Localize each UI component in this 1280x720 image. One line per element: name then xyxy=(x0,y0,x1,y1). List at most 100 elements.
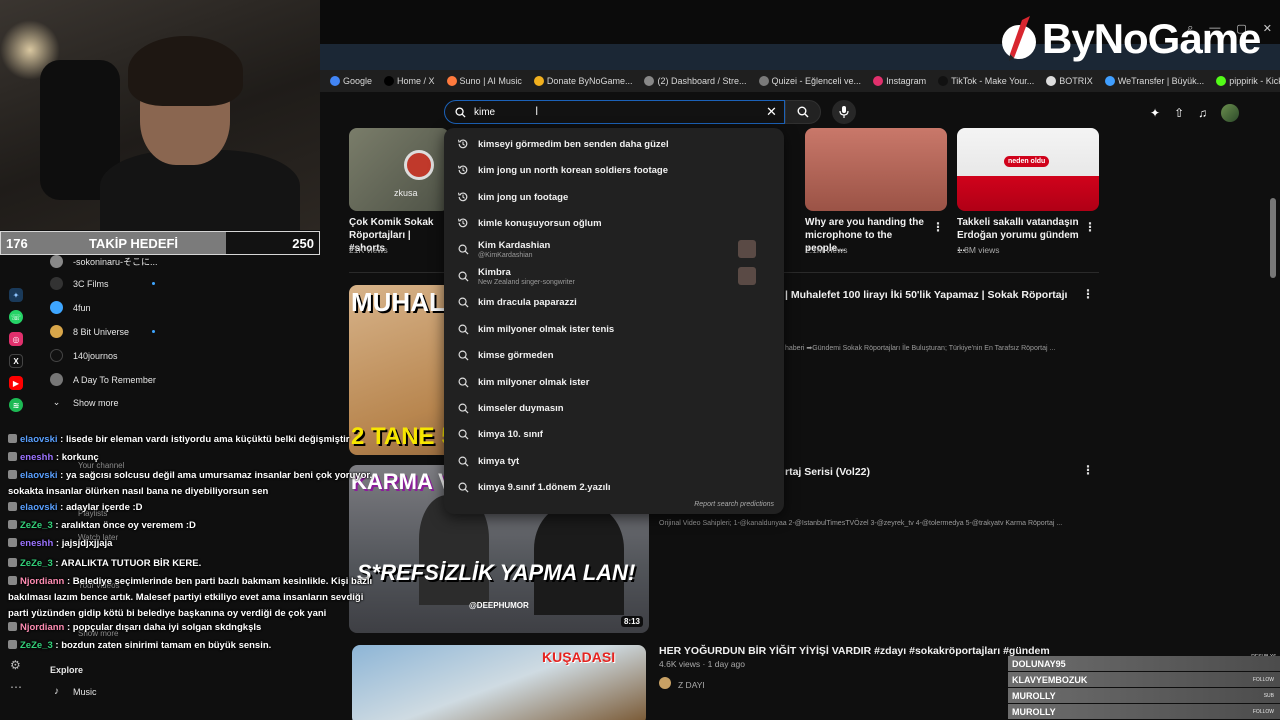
bookmark-6[interactable]: Instagram xyxy=(873,76,926,86)
report-predictions-link[interactable]: Report search predictions xyxy=(694,501,774,508)
suggestion-label: kimse görmeden xyxy=(478,349,554,361)
channel-avatar xyxy=(50,277,63,290)
more-dots-icon[interactable]: ⋯ xyxy=(10,680,22,694)
suggestion-item[interactable]: kimse görmeden xyxy=(444,342,784,368)
bookmark-3[interactable]: Donate ByNoGame... xyxy=(533,76,632,86)
video-thumbnail-3[interactable]: neden oldu xyxy=(957,128,1099,211)
spotify-icon[interactable]: ≋ xyxy=(9,398,23,412)
instagram-icon[interactable]: ◎ xyxy=(9,332,23,346)
suggestion-label: Kim Kardashian xyxy=(478,239,551,251)
video-menu-icon[interactable]: ⋮ xyxy=(1082,287,1094,301)
bookmark-label: Suno | AI Music xyxy=(459,76,522,86)
bookmark-0[interactable]: Google xyxy=(330,76,372,86)
suggestion-item[interactable]: kimseler duymasın xyxy=(444,395,784,421)
close-icon[interactable]: ✕ xyxy=(1263,22,1272,35)
chat-username[interactable]: eneshh xyxy=(20,538,53,549)
video-menu-icon[interactable]: ⋮ xyxy=(1084,220,1096,234)
sidebar-item-sub-1[interactable]: 3C Films xyxy=(50,277,109,290)
sidebar-item-sub-5[interactable]: A Day To Remember xyxy=(50,373,156,386)
whatsapp-icon[interactable]: ☏ xyxy=(9,310,23,324)
search-icon xyxy=(456,269,470,283)
suggestion-item[interactable]: Kim Kardashian @KimKardashian xyxy=(444,236,784,262)
voice-search-button[interactable] xyxy=(832,100,856,124)
suggestion-text: kimseyi görmedim ben senden daha güzel xyxy=(478,139,669,150)
video-title-4[interactable]: | Muhalefet 100 lirayı İki 50'lik Yapama… xyxy=(785,289,1075,302)
clear-search-icon[interactable]: ✕ xyxy=(766,104,777,120)
chat-username[interactable]: Njordiann xyxy=(20,576,64,587)
bookmark-label: TikTok - Make Your... xyxy=(951,76,1035,86)
notifications-bell-icon[interactable]: ♫ xyxy=(1198,106,1207,120)
chat-username[interactable]: elaovski xyxy=(20,470,58,481)
search-icon xyxy=(456,427,470,441)
bookmark-8[interactable]: BOTRIX xyxy=(1046,76,1093,86)
suggestion-text: kim dracula paparazzi xyxy=(478,297,577,308)
suggestion-text: Kimbra New Zealand singer-songwriter xyxy=(478,267,575,286)
sidebar-item-sub-2[interactable]: 4fun xyxy=(50,301,91,314)
bookmark-1[interactable]: Home / X xyxy=(384,76,435,86)
chat-username[interactable]: Njordiann xyxy=(20,622,64,633)
video-thumbnail-1[interactable]: zkusa xyxy=(349,128,449,211)
bookmark-9[interactable]: WeTransfer | Büyük... xyxy=(1104,76,1205,86)
chat-username[interactable]: eneshh xyxy=(20,452,53,463)
sidebar-item-sub-3[interactable]: 8 Bit Universe xyxy=(50,325,129,338)
chat-username[interactable]: elaovski xyxy=(20,434,58,445)
sidebar-item-label: 8 Bit Universe xyxy=(73,326,130,337)
channel-avatar xyxy=(50,373,63,386)
chat-username[interactable]: elaovski xyxy=(20,502,58,513)
bookmark-label: WeTransfer | Büyük... xyxy=(1117,76,1205,86)
bookmark-2[interactable]: Suno | AI Music xyxy=(446,76,522,86)
suggestion-label: kimya tyt xyxy=(478,455,520,467)
suggestion-item[interactable]: kim jong un north korean soldiers footag… xyxy=(444,157,784,183)
suggestion-item[interactable]: kim dracula paparazzi xyxy=(444,289,784,315)
video-menu-icon[interactable]: ⋮ xyxy=(932,220,944,234)
video-thumbnail-2[interactable] xyxy=(805,128,947,211)
search-box[interactable] xyxy=(444,100,785,124)
suggestion-item[interactable]: kimle konuşuyorsun oğlum xyxy=(444,210,784,236)
sidebar-item-sub-0[interactable]: -sokoninaru-そこに... xyxy=(50,255,158,268)
suggestion-item[interactable]: kimya 9.sınıf 1.dönem 2.yazılı xyxy=(444,474,784,500)
extension-icon[interactable]: ✦ xyxy=(1150,106,1160,120)
avatar[interactable] xyxy=(1221,104,1240,122)
bookmark-label: pippirik - Kick | Strea... xyxy=(1229,76,1280,86)
settings-gear-icon[interactable]: ⚙ xyxy=(10,658,21,672)
bookmark-5[interactable]: Quizei - Eğlenceli ve... xyxy=(758,76,861,86)
channel-avatar[interactable] xyxy=(659,677,671,689)
bookmark-label: Home / X xyxy=(397,76,435,86)
upload-icon[interactable]: ⇧ xyxy=(1174,106,1184,120)
x-icon[interactable]: X xyxy=(9,354,23,368)
search-button[interactable] xyxy=(785,100,821,124)
copilot-icon[interactable]: ✦ xyxy=(9,288,23,302)
search-input[interactable] xyxy=(474,106,754,118)
sidebar-item-sub-4[interactable]: 140journos xyxy=(50,349,118,362)
suggestion-item[interactable]: kim milyoner olmak ister xyxy=(444,369,784,395)
chat-username[interactable]: ZeZe_3 xyxy=(20,558,53,569)
bookmark-10[interactable]: pippirik - Kick | Strea... xyxy=(1216,76,1280,86)
video-menu-icon[interactable]: ⋮ xyxy=(1082,463,1094,477)
chat-username[interactable]: ZeZe_3 xyxy=(20,640,53,651)
chat-username[interactable]: ZeZe_3 xyxy=(20,520,53,531)
bookmark-label: (2) Dashboard / Stre... xyxy=(657,76,747,86)
scrollbar[interactable] xyxy=(1270,198,1276,278)
suggestion-item[interactable]: kim jong un footage xyxy=(444,184,784,210)
follower-name: MUROLLY xyxy=(1012,690,1056,701)
video-title-5[interactable]: rtaj Serisi (Vol22) xyxy=(785,466,1065,479)
bookmark-7[interactable]: TikTok - Make Your... xyxy=(938,76,1034,86)
sidebar-show-more[interactable]: ⌄ Show more xyxy=(50,397,119,408)
video-views-2: 2.1M views xyxy=(805,245,848,255)
suggestion-item[interactable]: kimya tyt xyxy=(444,448,784,474)
video-thumbnail-6[interactable]: KUŞADASI xyxy=(352,645,646,720)
suggestion-item[interactable]: Kimbra New Zealand singer-songwriter xyxy=(444,263,784,289)
video-title-6[interactable]: HER YOĞURDUN BİR YİĞİT YİYİŞİ VARDIR #zd… xyxy=(659,645,1050,658)
sidebar-item-music[interactable]: ♪ Music xyxy=(50,686,97,697)
chat-badge-icon xyxy=(8,558,17,567)
bookmark-favicon-icon xyxy=(533,76,544,86)
video-channel-6[interactable]: Z DAYI xyxy=(678,680,705,690)
youtube-icon[interactable]: ▶ xyxy=(9,376,23,390)
bookmark-4[interactable]: (2) Dashboard / Stre... xyxy=(644,76,747,86)
suggestion-item[interactable]: kim milyoner olmak ister tenis xyxy=(444,316,784,342)
follow-row: MUROLLY FOLLOW xyxy=(1008,704,1280,719)
chat-message: eneshh : korkunç xyxy=(8,450,378,466)
follow-row: KLAVYEMBOZUK FOLLOW xyxy=(1008,672,1280,687)
suggestion-item[interactable]: kimseyi görmedim ben senden daha güzel xyxy=(444,131,784,157)
suggestion-item[interactable]: kimya 10. sınıf xyxy=(444,421,784,447)
